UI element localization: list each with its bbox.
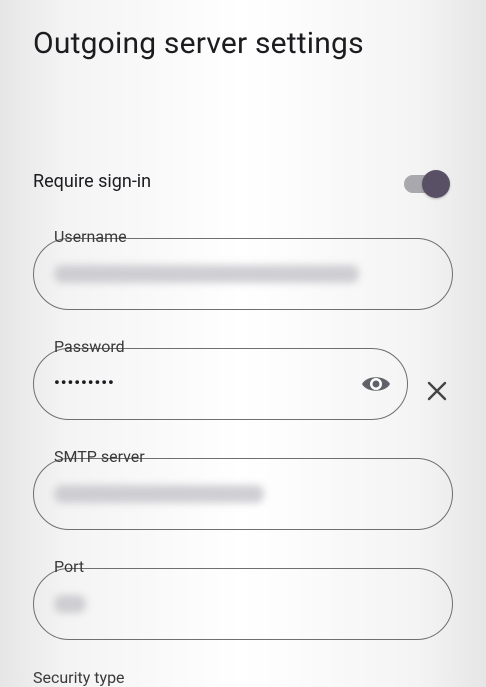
username-label: Username [54, 227, 127, 246]
port-field[interactable]: Port [33, 557, 453, 640]
require-signin-toggle[interactable] [404, 170, 450, 198]
password-value: ••••••••• [54, 373, 115, 392]
require-signin-label: Require sign-in [33, 171, 152, 192]
password-label: Password [54, 337, 125, 356]
port-label: Port [54, 557, 85, 576]
smtp-server-field[interactable]: SMTP server [33, 447, 453, 530]
toggle-thumb [422, 170, 450, 198]
username-field[interactable]: Username [33, 227, 453, 310]
security-type-label: Security type [33, 668, 125, 687]
username-value-redacted [54, 265, 359, 283]
smtp-server-label: SMTP server [54, 447, 145, 466]
eye-icon[interactable] [361, 373, 391, 395]
page-title: Outgoing server settings [33, 26, 364, 61]
password-field[interactable]: Password ••••••••• [33, 337, 408, 420]
close-icon[interactable] [426, 380, 448, 402]
port-value-redacted [54, 595, 86, 613]
smtp-server-value-redacted [54, 485, 264, 503]
